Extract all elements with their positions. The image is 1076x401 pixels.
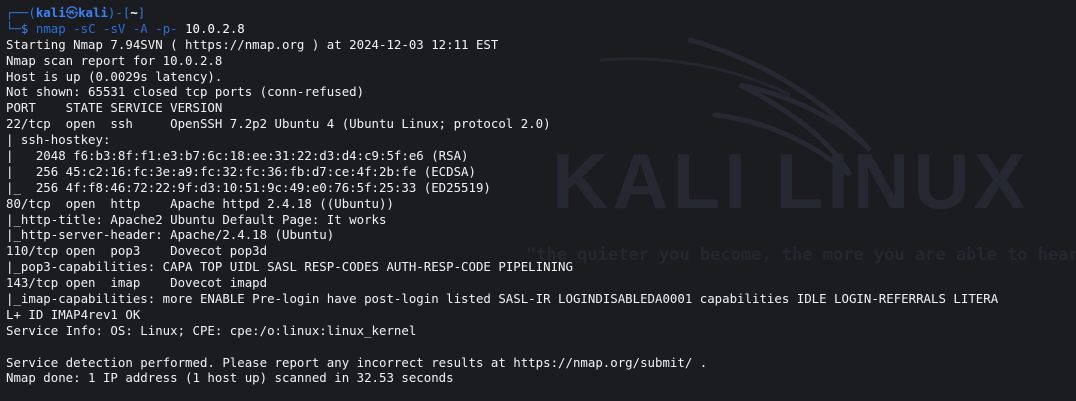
output-line: | 256 45:c2:16:fc:3e:a9:fc:32:fc:36:fb:d… bbox=[6, 163, 476, 179]
prompt-cwd: ~ bbox=[130, 5, 138, 20]
terminal-output: ┌──(kali㉿kali)-[~] └─$ nmap -sC -sV -A -… bbox=[6, 5, 1076, 386]
prompt-at-icon: ㉿ bbox=[65, 5, 79, 20]
output-line: |_http-title: Apache2 Ubuntu Default Pag… bbox=[6, 211, 387, 227]
prompt-tree-top: ┌──( bbox=[6, 5, 36, 20]
output-line: PORT STATE SERVICE VERSION bbox=[6, 100, 223, 116]
output-line: Service Info: OS: Linux; CPE: cpe:/o:lin… bbox=[6, 322, 417, 338]
output-line: 110/tcp open pop3 Dovecot pop3d bbox=[6, 243, 268, 259]
output-line: Service detection performed. Please repo… bbox=[6, 354, 708, 370]
prompt-mid: )-[ bbox=[107, 5, 131, 20]
output-line: L+ ID IMAP4rev1 OK bbox=[6, 306, 141, 322]
output-line: Nmap scan report for 10.0.2.8 bbox=[6, 52, 223, 68]
terminal-window[interactable]: KALI LINUX "the quieter you become, the … bbox=[0, 0, 1076, 401]
prompt-user: kali bbox=[35, 5, 66, 20]
output-line: | ssh-hostkey: bbox=[6, 132, 111, 148]
output-line: Not shown: 65531 closed tcp ports (conn-… bbox=[6, 84, 365, 100]
prompt-dollar: $ bbox=[20, 20, 29, 36]
prompt-host: kali bbox=[78, 5, 108, 20]
output-line: |_ 256 4f:f8:46:72:22:9f:d3:10:51:9c:49:… bbox=[6, 179, 491, 195]
prompt-tree-bottom: └─ bbox=[6, 20, 21, 36]
output-line: |_pop3-capabilities: CAPA TOP UIDL SASL … bbox=[6, 259, 573, 275]
output-line: |_imap-capabilities: more ENABLE Pre-log… bbox=[6, 291, 999, 307]
prompt-end: ] bbox=[137, 5, 146, 20]
output-line: | 2048 f6:b3:8f:f1:e3:b7:6c:18:ee:31:22:… bbox=[6, 148, 469, 164]
output-line: 143/tcp open imap Dovecot imapd bbox=[6, 275, 268, 291]
output-line: 80/tcp open http Apache httpd 2.4.18 ((U… bbox=[6, 195, 394, 211]
output-line: Nmap done: 1 IP address (1 host up) scan… bbox=[6, 370, 454, 386]
command-line: └─$ nmap -sC -sV -A -p- 10.0.2.8 bbox=[6, 21, 1076, 37]
command-flags: -sC -sV -A -p- bbox=[73, 20, 178, 36]
command-program: nmap bbox=[35, 20, 66, 36]
scan-output: Starting Nmap 7.94SVN ( https://nmap.org… bbox=[6, 37, 1076, 387]
output-line: 22/tcp open ssh OpenSSH 7.2p2 Ubuntu 4 (… bbox=[6, 116, 551, 132]
output-line: Host is up (0.0029s latency). bbox=[6, 68, 223, 84]
output-line: Starting Nmap 7.94SVN ( https://nmap.org… bbox=[6, 36, 499, 52]
prompt-line: ┌──(kali㉿kali)-[~] bbox=[6, 5, 1076, 21]
output-line: |_http-server-header: Apache/2.4.18 (Ubu… bbox=[6, 227, 335, 243]
command-target: 10.0.2.8 bbox=[185, 20, 245, 36]
